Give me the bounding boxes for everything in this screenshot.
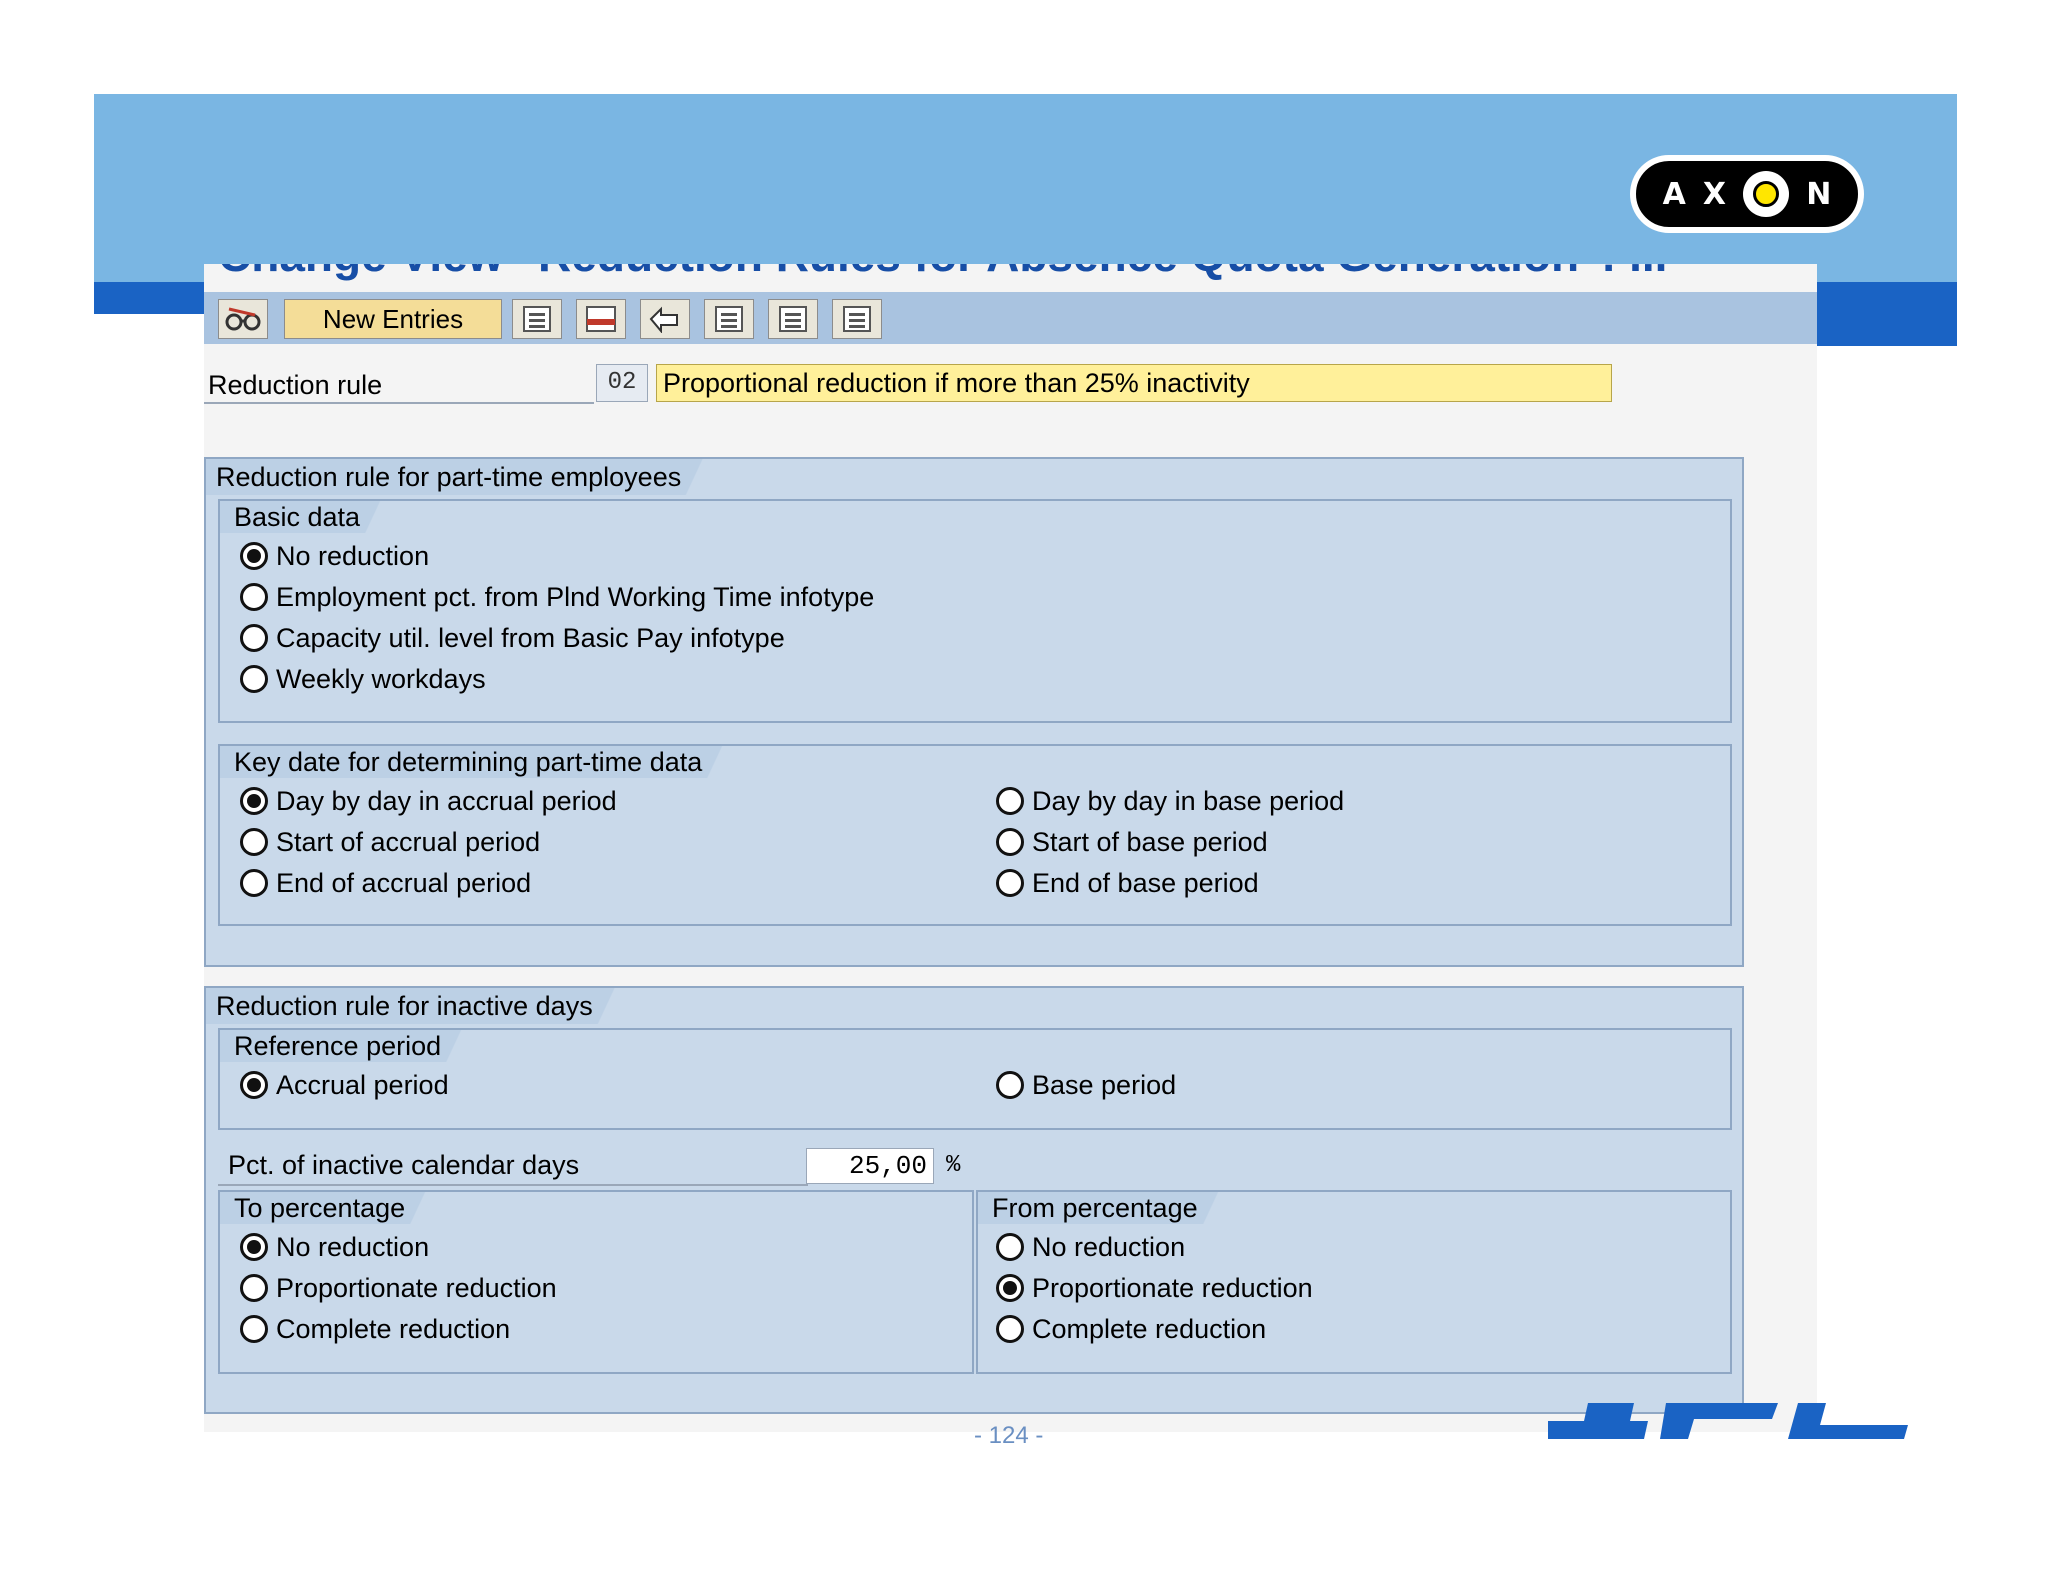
delete-icon[interactable] [576,299,626,339]
radio-base-period[interactable]: Base period [996,1068,1176,1102]
basic-data-box: Basic data No reduction Employment pct. … [218,499,1732,723]
reference-period-title: Reference period [220,1030,482,1062]
edit-glasses-icon[interactable] [218,299,268,339]
key-date-title: Key date for determining part-time data [220,746,743,778]
radio-unselected-icon [240,869,268,897]
select-block-icon[interactable] [768,299,818,339]
radio-unselected-icon [240,1274,268,1302]
radio-from-no-reduction[interactable]: No reduction [996,1230,1185,1264]
reduction-rule-description-field[interactable]: Proportional reduction if more than 25% … [656,364,1612,402]
application-toolbar: New Entries [204,292,1817,344]
radio-to-proportionate[interactable]: Proportionate reduction [240,1271,557,1305]
radio-day-by-day-accrual[interactable]: Day by day in accrual period [240,784,617,818]
radio-accrual-period[interactable]: Accrual period [240,1068,449,1102]
radio-capacity-util[interactable]: Capacity util. level from Basic Pay info… [240,621,785,655]
radio-unselected-icon [996,828,1024,856]
radio-weekly-workdays[interactable]: Weekly workdays [240,662,486,696]
radio-selected-icon [240,542,268,570]
radio-unselected-icon [996,1071,1024,1099]
part-time-group-title: Reduction rule for part-time employees [206,459,726,495]
inactive-days-group-title: Reduction rule for inactive days [206,988,637,1024]
reference-period-box: Reference period Accrual period Base per… [218,1028,1732,1130]
sap-maintenance-window: Change View "Reduction Rules for Absence… [204,264,1817,1432]
radio-to-complete[interactable]: Complete reduction [240,1312,510,1346]
radio-end-accrual[interactable]: End of accrual period [240,866,531,900]
axon-logo-o-icon [1743,171,1790,217]
radio-selected-icon [240,787,268,815]
label-underline [204,402,594,404]
header-accent-bar-right [1816,282,1957,346]
pct-label-underline [218,1184,808,1186]
window-title: Change View "Reduction Rules for Absence… [218,264,1667,280]
radio-selected-icon [240,1233,268,1261]
radio-end-base[interactable]: End of base period [996,866,1259,900]
radio-unselected-icon [240,828,268,856]
axon-logo: AX N [1630,155,1864,233]
pct-unit: % [946,1152,961,1179]
new-entries-button[interactable]: New Entries [284,299,502,339]
radio-day-by-day-base[interactable]: Day by day in base period [996,784,1344,818]
radio-unselected-icon [996,1233,1024,1261]
reduction-rule-code-field[interactable]: 02 [596,364,648,402]
reduction-rule-label: Reduction rule [208,370,383,400]
deselect-all-icon[interactable] [832,299,882,339]
header-accent-bar-left [94,282,204,314]
pct-inactive-label: Pct. of inactive calendar days [228,1150,580,1180]
to-percentage-box: To percentage No reduction Proportionate… [218,1190,974,1374]
part-time-reduction-group: Reduction rule for part-time employees B… [204,457,1744,967]
to-percentage-title: To percentage [220,1192,446,1224]
page-number: - 124 - [974,1422,1044,1449]
radio-from-complete[interactable]: Complete reduction [996,1312,1266,1346]
basic-data-title: Basic data [220,501,401,533]
radio-unselected-icon [240,1315,268,1343]
copy-icon[interactable] [512,299,562,339]
radio-unselected-icon [240,665,268,693]
reduction-rule-row: Reduction rule 02 Proportional reduction… [204,364,1624,404]
pct-inactive-input[interactable]: 25,00 [806,1148,934,1184]
radio-start-accrual[interactable]: Start of accrual period [240,825,540,859]
radio-from-proportionate[interactable]: Proportionate reduction [996,1271,1313,1305]
radio-unselected-icon [996,869,1024,897]
radio-unselected-icon [240,624,268,652]
key-date-box: Key date for determining part-time data … [218,744,1732,926]
radio-unselected-icon [240,583,268,611]
radio-start-base[interactable]: Start of base period [996,825,1268,859]
select-all-icon[interactable] [704,299,754,339]
radio-no-reduction[interactable]: No reduction [240,539,429,573]
from-percentage-box: From percentage No reduction Proportiona… [976,1190,1732,1374]
radio-employment-pct[interactable]: Employment pct. from Plnd Working Time i… [240,580,874,614]
radio-to-no-reduction[interactable]: No reduction [240,1230,429,1264]
inactive-days-group: Reduction rule for inactive days Referen… [204,986,1744,1414]
radio-unselected-icon [996,1315,1024,1343]
radio-unselected-icon [996,787,1024,815]
hcl-logo [1548,1385,1918,1457]
from-percentage-title: From percentage [978,1192,1238,1224]
undo-icon[interactable] [640,299,690,339]
radio-selected-icon [996,1274,1024,1302]
radio-selected-icon [240,1071,268,1099]
